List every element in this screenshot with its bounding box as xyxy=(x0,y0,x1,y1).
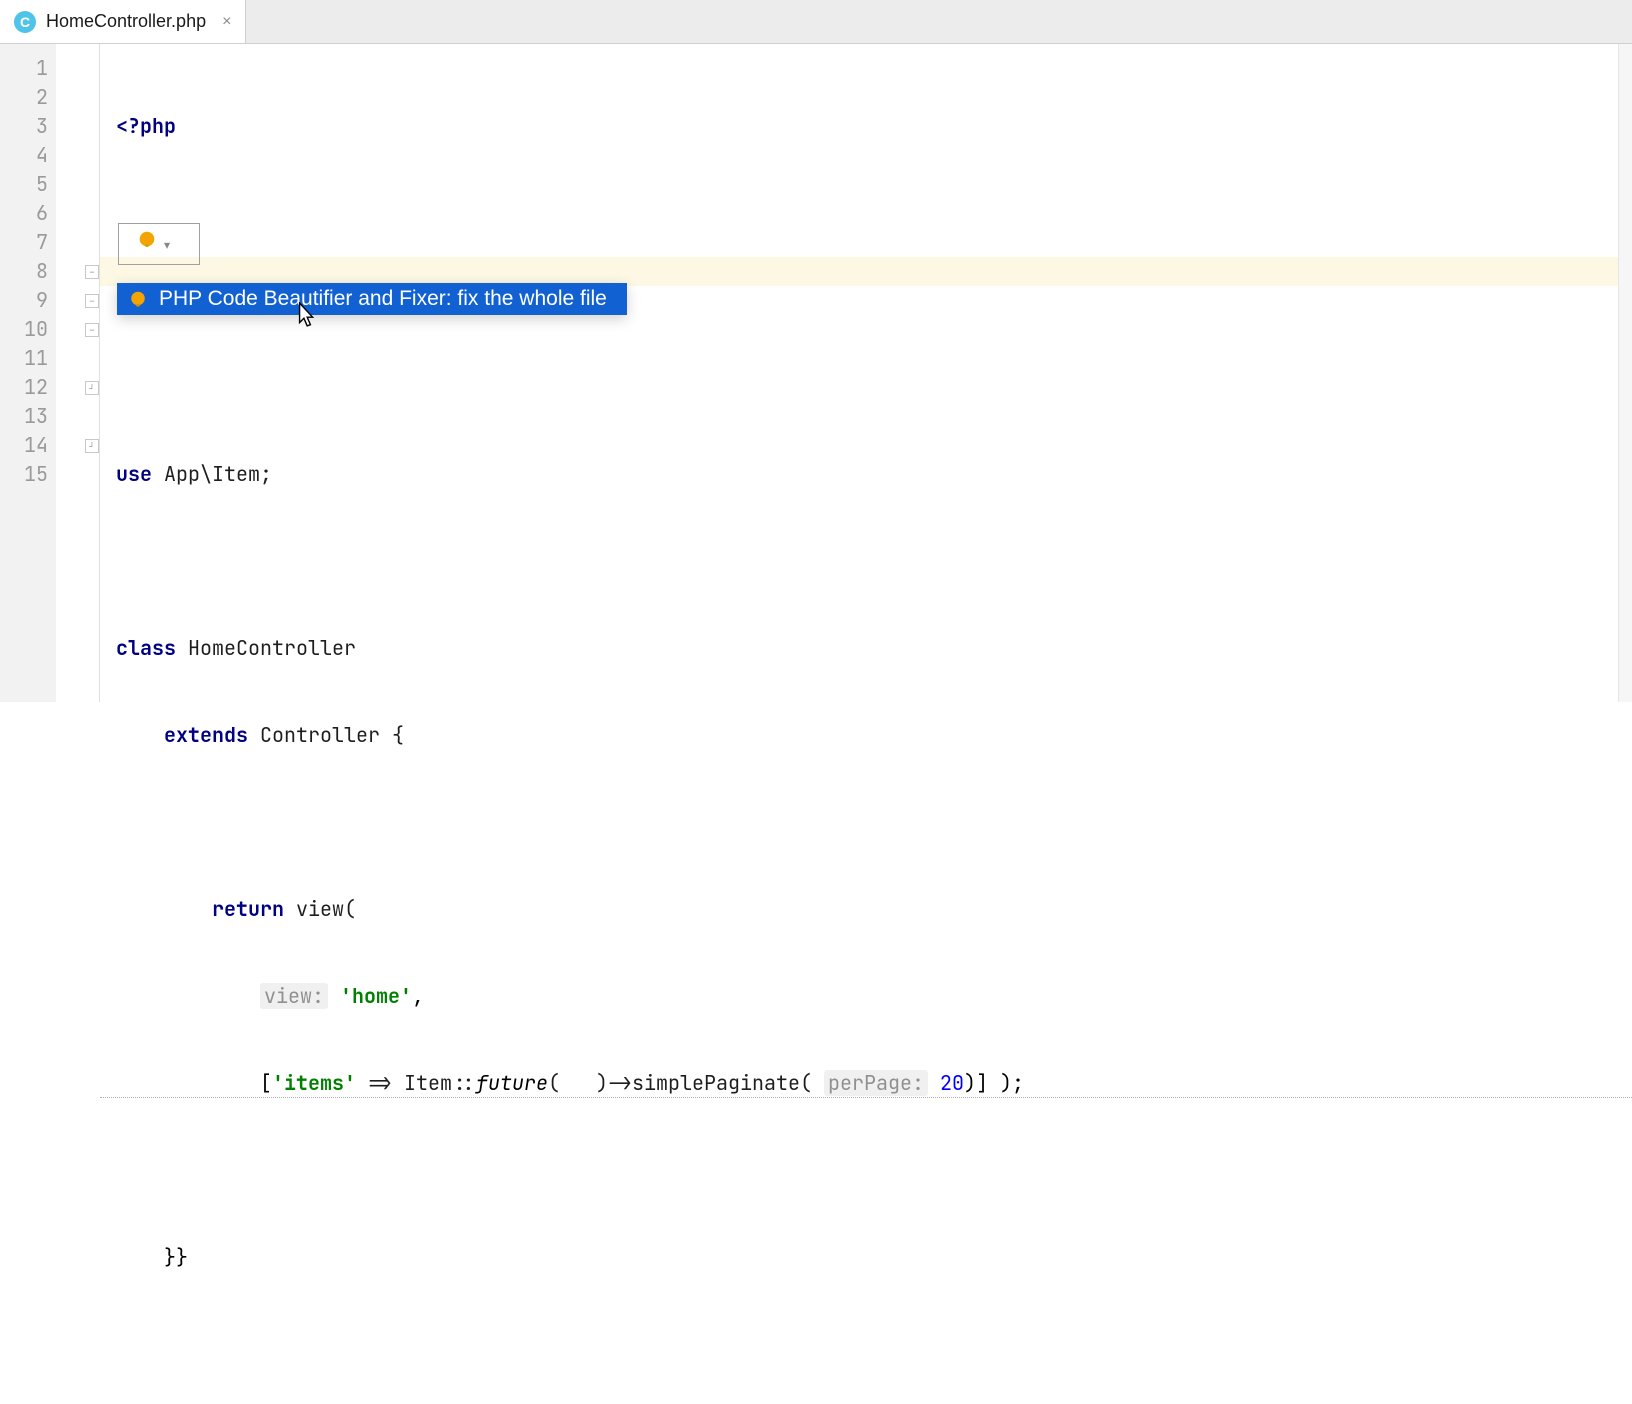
line-number: 3 xyxy=(0,112,48,141)
code-token: , xyxy=(412,983,424,1009)
code-area[interactable]: <?php namespace App\Http\Controllers; us… xyxy=(100,44,1632,702)
line-number: 8 xyxy=(0,257,48,286)
lightbulb-icon xyxy=(129,290,147,308)
code-token: )] ); xyxy=(964,1070,1024,1096)
line-number-gutter: 1 2 3 4 5 6 7 8 9 10 11 12 13 14 15 xyxy=(0,44,56,702)
intention-action-label: PHP Code Beautifier and Fixer: fix the w… xyxy=(159,287,607,311)
intention-bulb-icon[interactable] xyxy=(138,230,156,251)
fold-toggle-icon[interactable]: − xyxy=(85,265,99,279)
code-token: HomeController xyxy=(176,635,356,661)
param-hint: perPage: xyxy=(824,1070,928,1096)
line-number: 1 xyxy=(0,54,48,83)
code-token: use xyxy=(116,461,152,487)
line-number: 4 xyxy=(0,141,48,170)
close-tab-icon[interactable]: × xyxy=(222,13,231,31)
editor: 1 2 3 4 5 6 7 8 9 10 11 12 13 14 15 − − … xyxy=(0,44,1632,702)
line-number: 6 xyxy=(0,199,48,228)
line-number: 11 xyxy=(0,344,48,373)
line-number: 9 xyxy=(0,286,48,315)
line-number: 5 xyxy=(0,170,48,199)
intention-action-popup[interactable]: PHP Code Beautifier and Fixer: fix the w… xyxy=(117,283,627,315)
error-stripe[interactable] xyxy=(1618,44,1632,702)
fold-end-icon[interactable]: ┘ xyxy=(85,381,99,395)
line-number: 7 xyxy=(0,228,48,257)
file-type-badge: C xyxy=(14,11,36,33)
line-number: 2 xyxy=(0,83,48,112)
line-number: 14 xyxy=(0,431,48,460)
fold-toggle-icon[interactable]: − xyxy=(85,294,99,308)
tab-bar: C HomeController.php × xyxy=(0,0,1632,44)
code-token: ( )->simplePaginate( xyxy=(548,1070,824,1096)
file-tab[interactable]: C HomeController.php × xyxy=(0,0,246,43)
line-number: 15 xyxy=(0,460,48,489)
code-token: future xyxy=(476,1070,548,1096)
code-token: extends xyxy=(164,722,248,748)
code-token: <?php xyxy=(116,113,176,139)
code-token: 'items' xyxy=(272,1070,356,1096)
fold-toggle-icon[interactable]: − xyxy=(85,323,99,337)
line-number: 12 xyxy=(0,373,48,402)
code-token: class xyxy=(116,635,176,661)
code-token: => Item:: xyxy=(356,1070,476,1096)
code-token: }} xyxy=(164,1244,188,1270)
code-token: App\Item; xyxy=(152,461,272,487)
code-token: view( xyxy=(284,896,356,922)
code-token: 'home' xyxy=(340,983,412,1009)
file-tab-label: HomeController.php xyxy=(46,11,206,32)
selection-box xyxy=(118,223,200,265)
code-token: Controller { xyxy=(248,722,404,748)
code-token: 20 xyxy=(928,1070,964,1096)
param-hint: view: xyxy=(260,983,328,1009)
fold-gutter: − − − ┘ ┘ xyxy=(56,44,100,702)
code-token: [ xyxy=(260,1070,272,1096)
fold-end-icon[interactable]: ┘ xyxy=(85,439,99,453)
code-token: return xyxy=(212,896,284,922)
line-number: 13 xyxy=(0,402,48,431)
chevron-down-icon[interactable]: ▾ xyxy=(164,238,170,252)
mouse-cursor-icon xyxy=(294,302,316,334)
line-number: 10 xyxy=(0,315,48,344)
